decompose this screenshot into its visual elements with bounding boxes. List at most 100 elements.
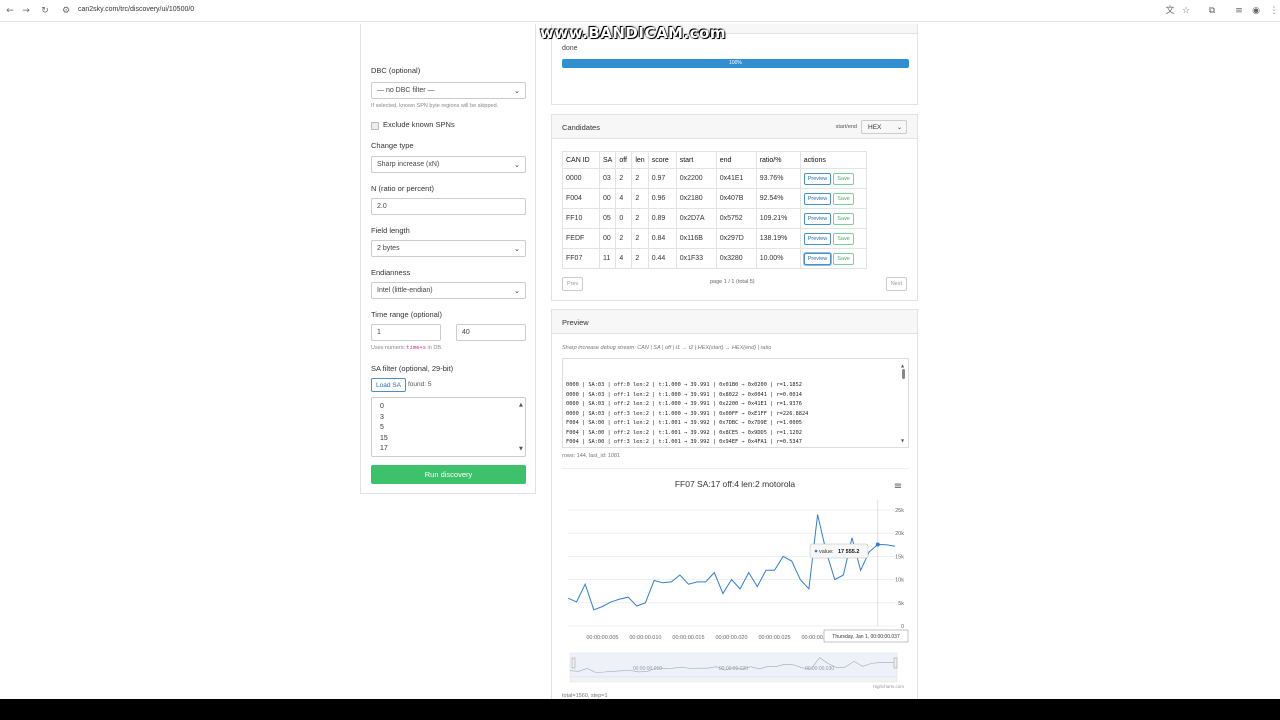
x-tick-label: 00:00:00.025	[758, 635, 790, 641]
change-type-value: Sharp increase (xN)	[377, 161, 440, 168]
cell-sa: 00	[598, 228, 617, 249]
preview-button[interactable]: Preview	[803, 192, 832, 205]
cell-actions: Preview Save	[799, 188, 867, 209]
scrollbar[interactable]: ▲ ▼	[901, 361, 906, 445]
preview-button[interactable]: Preview	[803, 172, 832, 185]
column-header: CAN ID	[562, 151, 600, 169]
cell-off: 0	[615, 208, 633, 229]
table-row: F004 00 4 2 0.96 0x2180 0x407B 92.54% Preview Sav…	[562, 188, 867, 209]
dbc-select[interactable]: — no DBC filter — ⌄	[371, 82, 526, 99]
candidates-title: Candidates	[562, 123, 600, 132]
cell-len: 2	[631, 208, 649, 229]
debug-line: 0000 | SA:03 | off:0 len:2 | t:1.000 → 3…	[566, 382, 802, 388]
reload-icon[interactable]: ↻	[39, 5, 51, 17]
debug-line: F004 | SA:00 | off:3 len:2 | t:1.001 → 3…	[566, 439, 802, 445]
save-button[interactable]: Save	[833, 172, 854, 185]
back-arrow-icon[interactable]: ←	[4, 5, 16, 17]
cell-actions: Preview Save	[799, 228, 867, 249]
cell-actions: Preview Save	[799, 248, 867, 269]
series-line	[567, 514, 896, 611]
startend-select[interactable]: HEX ⌄	[861, 120, 907, 134]
cell-start: 0x2D7A	[675, 208, 717, 229]
translate-icon[interactable]: 文	[1164, 5, 1176, 17]
chart-credits: Highcharts.com	[873, 684, 905, 689]
column-header: end	[715, 151, 757, 169]
chevron-down-icon: ⌄	[514, 161, 520, 169]
load-sa-button[interactable]: Load SA	[371, 378, 406, 392]
column-header: start	[675, 151, 717, 169]
cell-sa: 03	[598, 168, 617, 189]
candidates-table: CAN ID SA off len score start end ratio/% action…	[562, 151, 867, 269]
cell-score: 0.97	[647, 168, 677, 189]
navigator-handle-right[interactable]	[893, 657, 898, 669]
page-viewport: DBC (optional) — no DBC filter — ⌄ If sel…	[0, 22, 1280, 699]
profile-icon[interactable]: ◉	[1250, 5, 1262, 17]
save-button[interactable]: Save	[833, 192, 854, 205]
cell-can-id: FF10	[562, 208, 600, 229]
field-length-label: Field length	[371, 226, 410, 235]
scrollbar[interactable]: ▲ ▼	[519, 400, 523, 454]
column-header: actions	[799, 151, 867, 169]
navigator-label: 00:00:00.010	[633, 666, 662, 672]
preview-button[interactable]: Preview	[803, 252, 832, 265]
status-text: done	[562, 45, 578, 52]
debug-line: 0000 | SA:03 | off:2 len:2 | t:1.000 → 3…	[566, 401, 802, 407]
line-chart[interactable]: FF07 SA:17 off:4 len:2 motorola ≡ 0 5k 10k 15…	[552, 470, 919, 692]
forward-arrow-icon[interactable]: →	[20, 5, 32, 17]
rows-info: rows: 144, last_id: 1081	[562, 453, 621, 459]
site-info-icon[interactable]: ⚙	[60, 5, 72, 17]
sa-filter-textarea[interactable]: 0 3 5 15 17 ▲ ▼	[371, 397, 526, 457]
found-count: found: 5	[408, 381, 432, 388]
change-type-select[interactable]: Sharp increase (xN) ⌄	[371, 156, 526, 173]
cell-off: 2	[615, 228, 633, 249]
navigator-handle-left[interactable]	[571, 657, 576, 669]
cell-score: 0.96	[647, 188, 677, 209]
endianness-select[interactable]: Intel (little-endian) ⌄	[371, 282, 526, 299]
menu-icon[interactable]: ⋮	[1268, 5, 1280, 17]
address-bar[interactable]: can2sky.com/trc/discovery/ui/10500/0	[78, 6, 194, 13]
media-icon[interactable]: ≡	[1233, 5, 1245, 17]
scrollbar-thumb[interactable]	[902, 369, 905, 379]
star-icon[interactable]: ☆	[1180, 5, 1192, 17]
preview-button[interactable]: Preview	[803, 212, 832, 225]
prev-button[interactable]: Prev	[562, 277, 584, 291]
table-row: FEDF 00 2 2 0.84 0x116B 0x297D 138.19% Preview Sa…	[562, 228, 867, 249]
save-button[interactable]: Save	[833, 212, 854, 225]
recording-watermark: www.BANDICAM.com	[540, 24, 726, 42]
cell-actions: Preview Save	[799, 168, 867, 189]
n-input[interactable]: 2.0	[371, 198, 526, 215]
chart-menu-icon: ≡	[894, 481, 902, 492]
extensions-icon[interactable]: ⧉	[1206, 5, 1218, 17]
exclude-spns-checkbox[interactable]	[371, 122, 379, 130]
column-header: SA	[598, 151, 617, 169]
cell-ratio: 92.54%	[755, 188, 801, 209]
x-tick-label: 00:00:00.005	[586, 635, 618, 641]
time-from-input[interactable]: 1	[371, 324, 441, 341]
tooltip-value: 17 555.2	[838, 549, 859, 555]
debug-stream[interactable]: 0000 | SA:03 | off:0 len:2 | t:1.000 → 3…	[562, 358, 909, 448]
candidates-card: Candidates start/end HEX ⌄ CAN ID SA off len…	[551, 114, 918, 301]
debug-line: F004 | SA:00 | off:1 len:2 | t:1.001 → 3…	[566, 420, 802, 426]
endianness-value: Intel (little-endian)	[377, 287, 433, 294]
scroll-down-icon[interactable]: ▼	[901, 436, 904, 446]
preview-button[interactable]: Preview	[803, 232, 832, 245]
dbc-label: DBC (optional)	[371, 66, 421, 75]
time-to-input[interactable]: 40	[456, 324, 526, 341]
run-discovery-button[interactable]: Run discovery	[371, 465, 526, 484]
debug-line: 0000 | SA:03 | off:3 len:2 | t:1.000 → 3…	[566, 410, 809, 417]
navigator-scrollbar[interactable]	[569, 676, 898, 683]
cell-can-id: F004	[562, 188, 600, 209]
endianness-label: Endianness	[371, 268, 411, 277]
table-header-row: CAN ID SA off len score start end ratio/% action…	[562, 151, 867, 169]
column-header: len	[631, 151, 649, 169]
next-button[interactable]: Next	[885, 277, 907, 291]
save-button[interactable]: Save	[833, 232, 854, 245]
column-header: off	[615, 151, 633, 169]
field-length-select[interactable]: 2 bytes ⌄	[371, 240, 526, 257]
cell-sa: 00	[598, 188, 617, 209]
debug-line: 0000 | SA:03 | off:1 len:2 | t:1.000 → 3…	[566, 391, 802, 398]
cell-score: 0.89	[647, 208, 677, 229]
dbc-select-value: — no DBC filter —	[377, 87, 435, 94]
save-button[interactable]: Save	[833, 252, 854, 265]
data-point-highlight	[875, 542, 880, 547]
